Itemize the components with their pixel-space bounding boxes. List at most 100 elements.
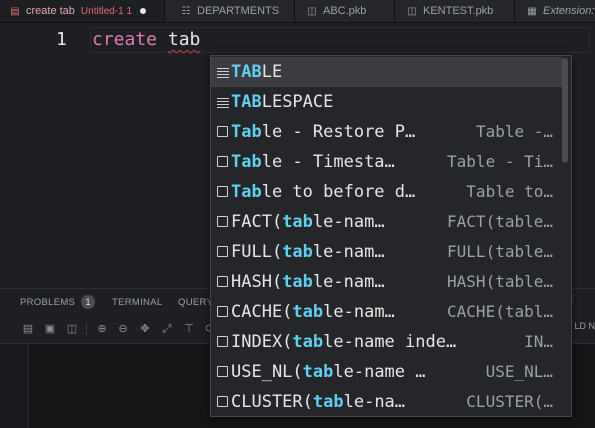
suggestion-detail: FACT(table… <box>447 212 553 231</box>
suggestion-text: LE <box>261 62 283 82</box>
suggestion-detail: Table - Ti… <box>447 152 553 171</box>
sql-file-icon: ▤ <box>10 5 20 17</box>
suggestion-label: FACT(table-nam… <box>231 207 385 237</box>
suggestion-text: le - Restore P… <box>261 122 416 142</box>
suggestion-text: le-nam… <box>323 302 395 322</box>
suggestion-label: FULL(table-nam… <box>231 237 385 267</box>
suggestion-detail: HASH(table… <box>447 272 553 291</box>
tab-query[interactable]: QUERY <box>178 289 213 315</box>
toolbar-separator <box>86 323 87 335</box>
box-icon <box>217 366 228 377</box>
match-highlight: tab <box>282 272 313 292</box>
match-highlight: tab <box>292 332 324 352</box>
suggestion-item[interactable]: INDEX(table-name inde… IN… <box>211 327 563 357</box>
suggestion-text: le to before d… <box>261 182 416 202</box>
panel-sidebar <box>0 344 29 428</box>
match-highlight: TAB <box>231 62 262 82</box>
sql-identifier-error: tab <box>167 29 201 50</box>
box-icon <box>217 306 228 317</box>
zoom-in-icon[interactable]: ⊕ <box>96 323 108 335</box>
suggestion-text: le-nam… <box>312 272 385 292</box>
suggestion-item[interactable]: TABLE <box>211 57 563 87</box>
database-icon: ◫ <box>407 5 417 17</box>
suggestion-item[interactable]: CLUSTER(table-na… CLUSTER(… <box>211 387 563 417</box>
suggestion-text: le - Timesta… <box>261 152 395 172</box>
suggestion-label: Table - Timesta… <box>231 147 395 177</box>
popup-scrollbar[interactable] <box>562 58 568 163</box>
suggestion-label: CLUSTER(table-na… <box>231 387 405 417</box>
tab-extension[interactable]: ▦ Extension: <box>515 0 595 22</box>
tab-title: ABC.pkb <box>323 5 367 17</box>
tab-subtitle: Untitled-1 1 <box>80 5 133 17</box>
move-icon[interactable]: ✥ <box>139 323 151 335</box>
suggestion-item[interactable]: CACHE(table-nam… CACHE(tabl… <box>211 297 563 327</box>
suggestion-text: le-nam… <box>312 212 385 232</box>
zoom-out-icon[interactable]: ⊖ <box>117 323 129 335</box>
code-line-1[interactable]: create tab <box>92 29 200 50</box>
tree-icon[interactable]: ⊤ <box>183 323 195 335</box>
suggestion-text: le-name … <box>333 362 426 382</box>
match-highlight: tab <box>312 392 344 412</box>
snippet-icon <box>217 96 229 107</box>
suggestion-text: INDEX( <box>231 332 293 352</box>
fit-icon[interactable]: ⤢ <box>161 323 173 335</box>
suggestion-label: TABLE <box>231 57 282 87</box>
tab-label: PROBLEMS <box>20 296 76 308</box>
layout-icon[interactable]: ◫ <box>66 323 78 335</box>
suggestion-detail: CACHE(tabl… <box>447 302 553 321</box>
box-icon <box>217 336 228 347</box>
autocomplete-popup[interactable]: TABLE TABLESPACE Table - Restore P… Table -… <box>210 55 572 417</box>
match-highlight: Tab <box>231 182 262 202</box>
match-highlight: Tab <box>231 152 262 172</box>
suggestion-item[interactable]: USE_NL(table-name … USE_NL… <box>211 357 563 387</box>
match-highlight: Tab <box>231 122 262 142</box>
suggestion-text: USE_NL( <box>231 362 303 382</box>
tab-kentest-pkb[interactable]: ◫ KENTEST.pkb <box>395 0 515 22</box>
suggestion-item[interactable]: FACT(table-nam… FACT(table… <box>211 207 563 237</box>
panel-right-label: LD N <box>574 321 595 331</box>
suggestion-item[interactable]: HASH(table-nam… HASH(table… <box>211 267 563 297</box>
suggestion-text: le-nam… <box>312 242 385 262</box>
box-icon <box>217 156 228 167</box>
suggestion-label: CACHE(table-nam… <box>231 297 395 327</box>
box-icon <box>217 276 228 287</box>
tab-problems[interactable]: PROBLEMS 1 <box>20 289 96 315</box>
suggestion-detail: Table -… <box>475 122 553 141</box>
suggestion-item[interactable]: FULL(table-nam… FULL(table… <box>211 237 563 267</box>
extensions-icon: ▦ <box>527 5 537 17</box>
suggestion-item[interactable]: Table - Restore P… Table -… <box>211 117 563 147</box>
suggestion-label: TABLESPACE <box>231 87 333 117</box>
modified-dot-icon[interactable] <box>140 8 147 14</box>
tab-label: QUERY <box>178 296 214 308</box>
match-highlight: tab <box>292 302 324 322</box>
suggestion-text: le-na… <box>343 392 406 412</box>
comment-icon[interactable]: ▤ <box>22 323 34 335</box>
suggestion-text: LESPACE <box>261 92 334 112</box>
select-icon[interactable]: ▣ <box>44 323 56 335</box>
box-icon <box>217 126 228 137</box>
suggestion-text: FACT( <box>231 212 283 232</box>
tab-create-tab[interactable]: ▤ create tab Untitled-1 1 <box>0 0 165 22</box>
tab-terminal[interactable]: TERMINAL <box>112 289 162 315</box>
tab-label: TERMINAL <box>112 296 163 308</box>
sql-keyword: create <box>92 29 158 50</box>
box-icon <box>217 396 228 407</box>
suggestion-item[interactable]: TABLESPACE <box>211 87 563 117</box>
suggestion-text: CACHE( <box>231 302 293 322</box>
suggestion-item[interactable]: Table to before d… Table to… <box>211 177 563 207</box>
suggestion-label: Table - Restore P… <box>231 117 415 147</box>
tab-title: DEPARTMENTS <box>197 5 280 17</box>
suggestion-text: le-name inde… <box>323 332 457 352</box>
suggestion-label: HASH(table-nam… <box>231 267 385 297</box>
box-icon <box>217 216 228 227</box>
tab-abc-pkb[interactable]: ◫ ABC.pkb <box>295 0 395 22</box>
suggestion-label: Table to before d… <box>231 177 415 207</box>
suggestion-text: HASH( <box>231 272 283 292</box>
editor-tab-bar: ▤ create tab Untitled-1 1 ☷ DEPARTMENTS … <box>0 0 595 23</box>
table-icon: ☷ <box>181 5 191 17</box>
suggestion-text: FULL( <box>231 242 283 262</box>
tab-title: create tab <box>26 5 75 17</box>
line-number: 1 <box>56 29 67 50</box>
tab-departments[interactable]: ☷ DEPARTMENTS <box>165 0 295 22</box>
suggestion-item[interactable]: Table - Timesta… Table - Ti… <box>211 147 563 177</box>
